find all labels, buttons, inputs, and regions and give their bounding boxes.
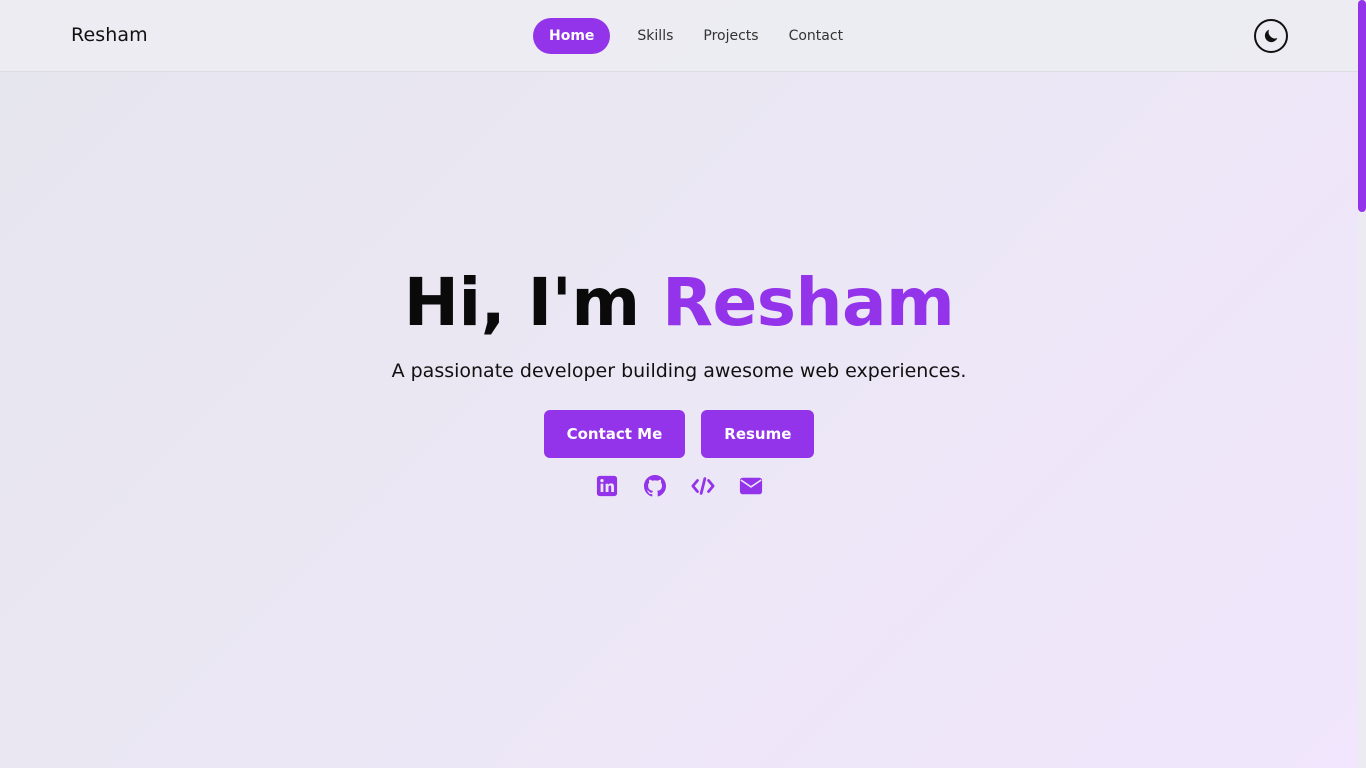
nav-skills-link[interactable]: Skills <box>623 18 687 54</box>
theme-toggle-button[interactable] <box>1254 19 1288 53</box>
contact-me-button[interactable]: Contact Me <box>543 410 686 458</box>
linkedin-icon[interactable] <box>595 474 619 498</box>
hero-section: Hi, I'm Resham A passionate developer bu… <box>0 260 1358 498</box>
nav-contact-link[interactable]: Contact <box>775 18 857 54</box>
nav-projects-link[interactable]: Projects <box>689 18 772 54</box>
scrollbar-track[interactable] <box>1358 0 1366 768</box>
envelope-icon[interactable] <box>739 474 763 498</box>
brand-logo[interactable]: Resham <box>71 24 148 46</box>
nav-links: Home Skills Projects Contact <box>533 18 859 54</box>
code-icon[interactable] <box>691 474 715 498</box>
cta-buttons: Contact Me Resume <box>0 410 1358 458</box>
navbar: Resham Home Skills Projects Contact <box>0 0 1358 72</box>
hero-greeting: Hi, I'm <box>403 264 663 341</box>
nav-home-link[interactable]: Home <box>533 18 611 54</box>
hero-subtitle: A passionate developer building awesome … <box>391 360 967 382</box>
github-icon[interactable] <box>643 474 667 498</box>
hero-name: Resham <box>662 264 955 341</box>
hero-title: Hi, I'm Resham <box>0 260 1358 346</box>
scrollbar-thumb[interactable] <box>1358 0 1366 212</box>
resume-button[interactable]: Resume <box>701 410 815 458</box>
moon-icon <box>1262 27 1280 45</box>
social-links <box>0 474 1358 498</box>
